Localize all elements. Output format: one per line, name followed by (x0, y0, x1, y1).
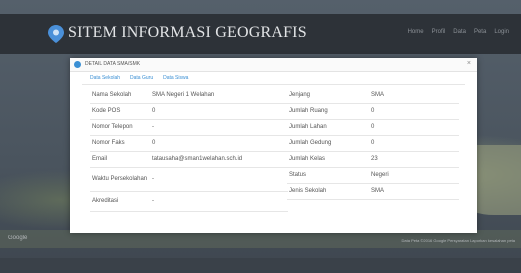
table-row: Jumlah Lahan 0 (287, 119, 459, 136)
row-label: Kode POS (90, 103, 150, 120)
top-navbar: SITEM INFORMASI GEOGRAFIS Home Profil Da… (0, 14, 521, 54)
google-logo: Google (8, 235, 28, 241)
row-value: - (150, 167, 288, 192)
row-label: Waktu Persekolahan (90, 167, 150, 192)
row-value: SMA (369, 87, 459, 104)
modal-header: DETAIL DATA SMA/SMK × (70, 58, 477, 72)
close-icon[interactable]: × (467, 60, 471, 68)
table-row: Jenjang SMA (287, 87, 459, 104)
row-value: 23 (369, 151, 459, 168)
nav-home[interactable]: Home (408, 29, 424, 35)
row-label: Jenis Sekolah (287, 183, 369, 200)
row-label: Email (90, 151, 150, 168)
row-label: Nomor Faks (90, 135, 150, 152)
table-row: Akreditasi - (90, 191, 288, 212)
nav-menu: Home Profil Data Peta Login (408, 29, 509, 35)
table-row: Nomor Telepon - (90, 119, 288, 136)
row-label: Jumlah Kelas (287, 151, 369, 168)
nav-peta[interactable]: Peta (474, 29, 486, 35)
nav-login[interactable]: Login (494, 29, 509, 35)
row-value: SMA (369, 183, 459, 200)
modal-tabs: Data Sekolah Data Guru Data Siswa (90, 75, 188, 81)
table-row: Jumlah Ruang 0 (287, 103, 459, 120)
school-info-table-left: Nama Sekolah SMA Negeri 1 Welahan Kode P… (90, 87, 288, 212)
row-value: 0 (150, 103, 288, 120)
row-value: 0 (150, 135, 288, 152)
nav-data[interactable]: Data (453, 29, 466, 35)
table-row: Email tatausaha@sman1welahan.sch.id (90, 151, 288, 168)
row-label: Nama Sekolah (90, 87, 150, 104)
map-pin-icon (48, 25, 64, 43)
row-value: - (150, 119, 288, 136)
table-row: Status Negeri (287, 167, 459, 184)
table-row: Nama Sekolah SMA Negeri 1 Welahan (90, 87, 288, 104)
table-row: Jumlah Gedung 0 (287, 135, 459, 152)
table-row: Nomor Faks 0 (90, 135, 288, 152)
tab-data-siswa[interactable]: Data Siswa (163, 75, 188, 81)
table-row: Jenis Sekolah SMA (287, 183, 459, 200)
detail-modal: DETAIL DATA SMA/SMK × Data Sekolah Data … (70, 58, 477, 233)
row-value: - (150, 191, 288, 212)
row-value: Negeri (369, 167, 459, 184)
nav-profil[interactable]: Profil (432, 29, 446, 35)
row-value: 0 (369, 103, 459, 120)
table-row: Waktu Persekolahan - (90, 167, 288, 192)
modal-title: DETAIL DATA SMA/SMK (85, 61, 141, 67)
row-label: Jenjang (287, 87, 369, 104)
tab-divider (82, 84, 465, 85)
row-value: tatausaha@sman1welahan.sch.id (150, 151, 288, 168)
map-footer-bar (0, 258, 521, 273)
row-label: Status (287, 167, 369, 184)
table-row: Kode POS 0 (90, 103, 288, 120)
row-label: Jumlah Lahan (287, 119, 369, 136)
table-row: Jumlah Kelas 23 (287, 151, 459, 168)
row-label: Jumlah Ruang (287, 103, 369, 120)
info-icon (74, 61, 81, 68)
row-label: Akreditasi (90, 191, 150, 212)
map-attribution: Data Peta ©2016 Google Persyaratan Lapor… (401, 238, 515, 243)
row-value: 0 (369, 135, 459, 152)
row-label: Nomor Telepon (90, 119, 150, 136)
row-value: SMA Negeri 1 Welahan (150, 87, 288, 104)
row-value: 0 (369, 119, 459, 136)
row-label: Jumlah Gedung (287, 135, 369, 152)
tab-data-sekolah[interactable]: Data Sekolah (90, 75, 120, 81)
school-info-table-right: Jenjang SMA Jumlah Ruang 0 Jumlah Lahan … (287, 87, 459, 200)
tab-data-guru[interactable]: Data Guru (130, 75, 153, 81)
brand-title[interactable]: SITEM INFORMASI GEOGRAFIS (68, 24, 307, 42)
